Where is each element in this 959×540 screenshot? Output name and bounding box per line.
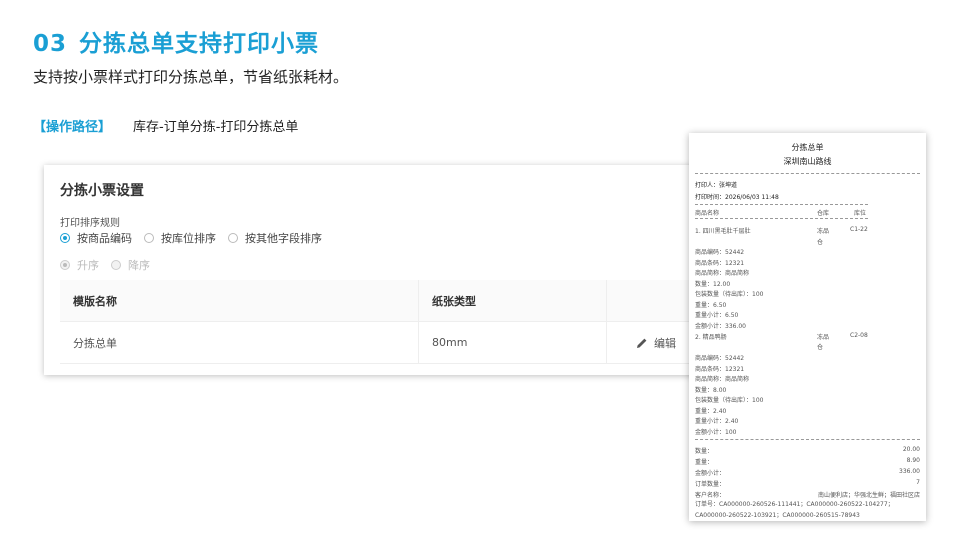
ticket-item-detail: 商品条码：12321 [695,365,745,373]
ticket-item-detail: 商品编码：52442 [695,355,745,362]
panel-title: 分拣小票设置 [60,183,144,199]
ticket-item-warehouse: 仓 [817,239,824,246]
radio-label: 按商品编码 [77,232,132,245]
ticket-item-detail: 包装数量（待出库）：100 [695,291,764,298]
column-header-paper-type: 纸张类型 [419,280,607,321]
ticket-item-detail: 金额小计：100 [695,428,737,436]
table-row: 分拣总单 80mm 编辑 [60,322,704,364]
ticket-item-warehouse: 仓 [817,344,824,351]
edit-label: 编辑 [654,336,676,350]
ticket-divider [695,218,868,219]
radio-label: 降序 [128,259,150,272]
ticket-printer: 打印人：张坤道 [695,182,738,189]
radio-icon [228,233,238,243]
template-table: 模版名称 纸张类型 分拣总单 80mm 编辑 [60,280,704,364]
orders-label: 订单号： [695,501,720,508]
ticket-summary-row: 订单数量： 7 [695,479,920,488]
ticket-item-detail: 商品条码：12321 [695,259,745,267]
ticket-item-detail: 重量小计：6.50 [695,312,739,319]
cell-template-name: 分拣总单 [60,322,419,363]
ticket-item-name: 2. 精品鸭肠 [695,334,727,341]
ticket-item-detail: 重量小计：2.40 [695,418,739,425]
ticket-preview: 分拣总单 深圳南山路线 打印人：张坤道 打印时间：2026/06/03 11:4… [689,133,926,521]
summary-value: 7 [916,479,920,486]
ticket-divider [695,173,920,174]
radio-icon [60,233,70,243]
radio-icon [60,260,70,270]
ticket-item-detail: 重量：2.40 [695,407,727,415]
ticket-summary-row: 客户名称： 南山便利店；华强北生鲜；福田社区店 [695,490,920,499]
ticket-divider [695,439,920,440]
ticket-item-name: 1. 四川黑毛肚千层肚 [695,228,751,235]
radio-label: 升序 [77,259,99,272]
operation-path-value: 库存-订单分拣-打印分拣总单 [133,120,299,135]
sort-rule-group: 按商品编码 按库位排序 按其他字段排序 [60,230,334,246]
operation-path: 【操作路径】 库存-订单分拣-打印分拣总单 [33,116,298,135]
ticket-title: 分拣总单 [791,143,824,152]
ticket-divider [695,204,868,205]
ticket-item-location: C1-22 [850,226,868,233]
ticket-order-numbers: 订单号：CA000000-260526-111441；CA000000-2605… [695,500,920,521]
ticket-item-warehouse: 冻品 [817,228,830,235]
section-number: 03 [33,31,68,57]
sort-rule-label: 打印排序规则 [60,218,120,229]
descending-radio[interactable]: 降序 [111,257,150,273]
ascending-radio[interactable]: 升序 [60,257,99,273]
ticket-item-detail: 数量：8.00 [695,386,727,394]
summary-label: 金额小计： [695,470,726,477]
sort-by-other-field-radio[interactable]: 按其他字段排序 [228,230,322,246]
ticket-print-time: 打印时间：2026/06/03 11:48 [695,194,779,201]
ticket-item-detail: 重量：6.50 [695,301,727,309]
ticket-item-detail: 包装数量（待出库）：100 [695,397,764,404]
sort-by-code-radio[interactable]: 按商品编码 [60,230,132,246]
ticket-col-name: 商品名称 [695,210,720,217]
summary-label: 重量： [695,459,714,466]
ticket-col-location: 库位 [854,210,867,217]
ticket-settings-panel: 分拣小票设置 打印排序规则 按商品编码 按库位排序 按其他字段排序 升序 降序 … [44,165,704,375]
summary-label: 客户名称： [695,492,726,499]
ticket-item-detail: 商品简称：商品简称 [695,376,750,383]
edit-button[interactable]: 编辑 [636,335,676,351]
summary-value: 20.00 [902,446,920,453]
ticket-item-warehouse: 冻品 [817,334,830,341]
table-header: 模版名称 纸张类型 [60,280,704,322]
ticket-summary-row: 数量： 20.00 [695,446,920,455]
pencil-icon [637,338,647,348]
ticket-route: 深圳南山路线 [783,157,832,166]
column-header-template-name: 模版名称 [60,280,419,321]
radio-label: 按库位排序 [161,232,216,245]
summary-value: 南山便利店；华强北生鲜；福田社区店 [817,492,920,499]
ticket-item-detail: 商品编码：52442 [695,249,745,256]
orders-value: CA000000-260526-111441；CA000000-260522-1… [695,501,894,519]
operation-path-label: 【操作路径】 [33,120,112,135]
ticket-item-location: C2-08 [850,332,868,339]
ticket-summary-row: 重量： 8.90 [695,457,920,466]
ticket-col-warehouse: 仓库 [817,210,830,217]
summary-label: 数量： [695,448,714,455]
radio-label: 按其他字段排序 [245,232,322,245]
ticket-summary-row: 金额小计： 336.00 [695,468,920,477]
page-subtitle: 支持按小票样式打印分拣总单，节省纸张耗材。 [33,68,349,86]
radio-icon [144,233,154,243]
ticket-item-detail: 金额小计：336.00 [695,322,746,330]
summary-value: 8.90 [906,457,920,464]
summary-value: 336.00 [899,468,920,475]
radio-icon [111,260,121,270]
sort-order-group: 升序 降序 [60,257,162,273]
summary-label: 订单数量： [695,481,726,488]
cell-paper-type: 80mm [419,322,607,363]
page-title: 03 分拣总单支持打印小票 [33,24,319,58]
ticket-item-detail: 商品简称：商品简称 [695,270,750,277]
ticket-item-detail: 数量：12.00 [695,280,731,288]
section-title: 分拣总单支持打印小票 [79,31,320,57]
sort-by-location-radio[interactable]: 按库位排序 [144,230,216,246]
